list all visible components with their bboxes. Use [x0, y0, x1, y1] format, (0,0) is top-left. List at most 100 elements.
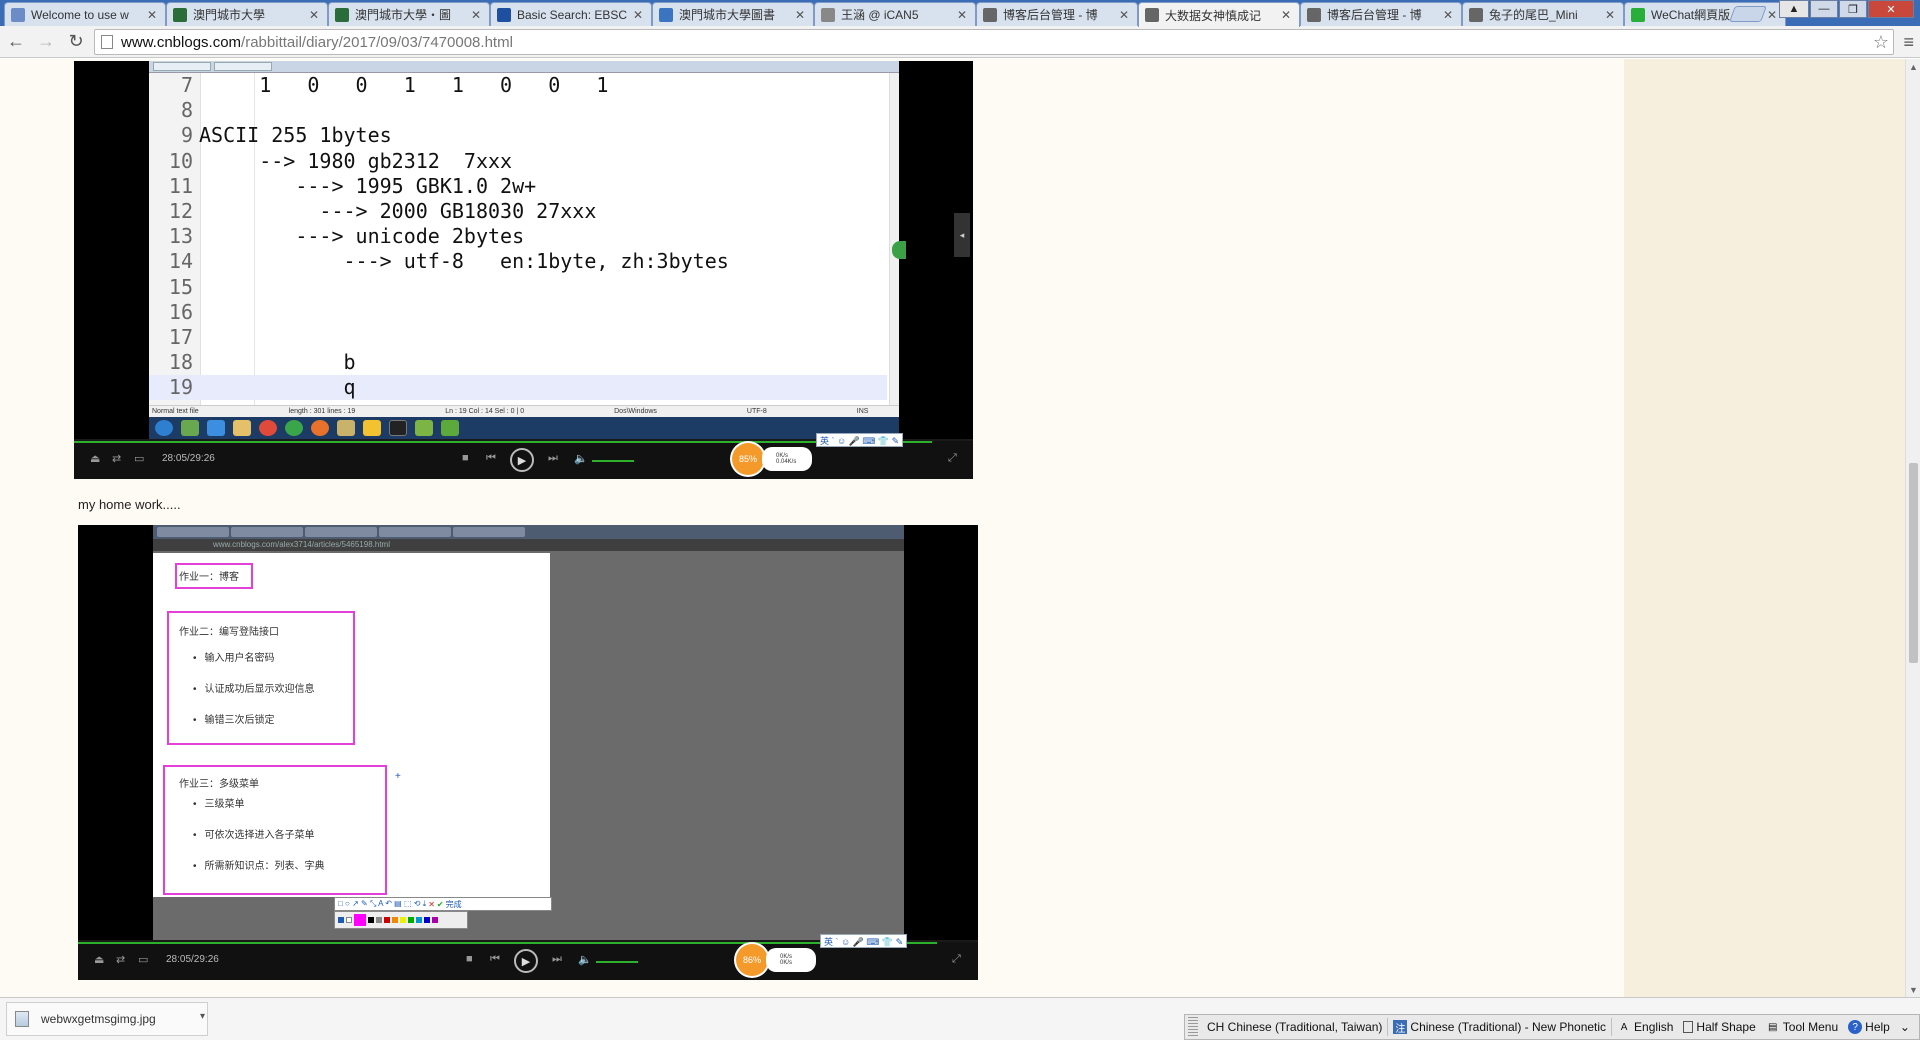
close-tab-icon[interactable]: ✕ — [147, 8, 159, 22]
cityu-logo-icon — [173, 7, 187, 22]
browser-tab[interactable]: 澳門城市大學 ✕ — [166, 2, 328, 26]
playback-progress[interactable] — [78, 942, 937, 944]
minimize-button[interactable]: — — [1810, 0, 1838, 18]
code-line: 16 — [149, 300, 887, 325]
browser-tab[interactable]: 兔子的尾巴_Mini ✕ — [1462, 2, 1624, 26]
page-scrollbar[interactable]: ▲ ▼ — [1905, 59, 1920, 997]
cnblogs-logo-icon — [1469, 7, 1483, 22]
drag-handle[interactable] — [1188, 1017, 1198, 1037]
eject-icon[interactable]: ⏏ — [94, 953, 104, 966]
chevron-down-icon[interactable]: ▾ — [200, 1011, 205, 1022]
recorded-browser-tabs — [153, 525, 904, 539]
new-tab-button[interactable] — [1729, 6, 1767, 22]
close-tab-icon[interactable]: ✕ — [1119, 8, 1131, 22]
side-handle-icon[interactable] — [892, 241, 906, 259]
stop-icon[interactable]: ■ — [466, 953, 473, 965]
browser-tab[interactable]: 博客后台管理 - 博 ✕ — [976, 2, 1138, 26]
play-button[interactable]: ▶ — [514, 949, 538, 973]
done-icon[interactable]: ✔ — [437, 900, 444, 909]
code-line: 19 q — [149, 375, 887, 401]
close-tab-icon[interactable]: ✕ — [1443, 8, 1455, 22]
scroll-down-icon[interactable]: ▼ — [1906, 982, 1920, 997]
color-palette[interactable] — [334, 911, 468, 929]
browser-tab[interactable]: Welcome to use w ✕ — [4, 2, 166, 26]
cancel-icon[interactable]: ✕ — [428, 900, 435, 909]
previous-icon[interactable]: ⏮ — [486, 452, 496, 465]
net-meter: 0K/s 0K/s — [766, 948, 816, 972]
ie-icon — [207, 420, 225, 436]
video-player-1[interactable]: 7 1 0 0 1 1 0 0 1 8 9 ASCII 255 1bytes 10 --… — [74, 61, 973, 479]
ime-toolbar[interactable]: 英 ˋ ☺ 🎤 ⌨ 👕 ✎ — [820, 934, 908, 948]
stop-icon[interactable]: ■ — [462, 452, 469, 464]
close-tab-icon[interactable]: ✕ — [957, 8, 969, 22]
eject-icon[interactable]: ⏏ — [90, 452, 100, 465]
status-eol: Dos\Windows — [614, 408, 657, 415]
screen-icon[interactable]: ▭ — [138, 953, 148, 966]
screen-icon[interactable]: ▭ — [134, 452, 144, 465]
browser-tab[interactable]: 澳門城市大學・圖 ✕ — [328, 2, 490, 26]
volume-icon[interactable]: 🔈 — [574, 452, 588, 465]
line-number: 9 — [180, 123, 193, 148]
address-bar[interactable]: www.cnblogs.com/rabbittail/diary/2017/09… — [94, 29, 1894, 55]
bookmark-star-icon[interactable]: ☆ — [1873, 32, 1889, 53]
input-language[interactable]: CH Chinese (Traditional, Taiwan) — [1202, 1016, 1387, 1038]
tool-menu-button[interactable]: ▤ Tool Menu — [1761, 1016, 1843, 1038]
done-label[interactable]: 完成 — [446, 899, 462, 910]
close-tab-icon[interactable]: ✕ — [309, 8, 321, 22]
user-icon[interactable]: ▲ — [1779, 0, 1809, 18]
next-icon[interactable]: ⏭ — [552, 953, 562, 966]
browser-tab[interactable]: Basic Search: EBSC ✕ — [490, 2, 652, 26]
browser-tab[interactable]: 澳門城市大學圖書 ✕ — [652, 2, 814, 26]
browser-tab[interactable]: 王涵 @ iCAN5 ✕ — [814, 2, 976, 26]
close-tab-icon[interactable]: ✕ — [1281, 8, 1293, 22]
line-number: 10 — [168, 148, 193, 173]
playback-progress[interactable] — [74, 441, 932, 443]
close-window-button[interactable]: ✕ — [1868, 0, 1914, 18]
code-text: ASCII 255 1bytes — [199, 123, 392, 148]
image-file-icon — [15, 1011, 29, 1027]
ime-selector[interactable]: 注 Chinese (Traditional) - New Phonetic — [1388, 1016, 1611, 1038]
volume-icon[interactable]: 🔈 — [578, 953, 592, 966]
loop-icon[interactable]: ⇄ — [116, 953, 125, 966]
maximize-button[interactable]: ❐ — [1839, 0, 1867, 18]
cnblogs-logo-icon — [1307, 7, 1321, 22]
right-sidebar-background — [1624, 59, 1905, 997]
next-icon[interactable]: ⏭ — [548, 452, 558, 465]
shape-button[interactable]: Half Shape — [1678, 1016, 1760, 1038]
reload-button[interactable]: ↻ — [62, 28, 90, 56]
language-bar: CH Chinese (Traditional, Taiwan) 注 Chines… — [1184, 1014, 1920, 1040]
close-tab-icon[interactable]: ✕ — [471, 8, 483, 22]
previous-icon[interactable]: ⏮ — [490, 953, 500, 966]
notepad-plus-icon — [441, 420, 459, 436]
browser-tab[interactable]: 大数据女神慎成记 ✕ — [1138, 2, 1300, 27]
browser-tab[interactable]: 博客后台管理 - 博 ✕ — [1300, 2, 1462, 26]
video-player-2[interactable]: www.cnblogs.com/alex3714/articles/546519… — [78, 525, 978, 980]
back-button[interactable]: ← — [2, 28, 30, 56]
fullscreen-icon[interactable]: ⤢ — [952, 953, 961, 966]
code-line: 11 ---> 1995 GBK1.0 2w+ — [149, 174, 887, 199]
menu-icon[interactable]: ≡ — [1903, 32, 1914, 53]
folder-icon — [233, 420, 251, 436]
annotation-toolbar[interactable]: □ ○ ↗ ✎ ⤡ A ↶ ▤ ⬚ ⟲ ⤓ ✕ ✔ 完成 — [334, 897, 552, 911]
scroll-thumb[interactable] — [1909, 463, 1918, 663]
close-tab-icon[interactable]: ✕ — [795, 8, 807, 22]
editor-scrollbar — [889, 73, 899, 405]
volume-slider[interactable] — [592, 460, 634, 462]
ime-label: Chinese (Traditional) - New Phonetic — [1410, 1020, 1607, 1034]
hw2-item: 认证成功后显示欢迎信息 — [193, 680, 315, 695]
play-button[interactable]: ▶ — [510, 448, 534, 472]
ime-toolbar[interactable]: 英 ˋ ☺ 🎤 ⌨ 👕 ✎ — [816, 433, 904, 447]
input-mode-button[interactable]: A English — [1612, 1016, 1678, 1038]
forward-button[interactable]: → — [32, 28, 60, 56]
help-button[interactable]: ? Help — [1843, 1016, 1895, 1038]
loop-icon[interactable]: ⇄ — [112, 452, 121, 465]
close-tab-icon[interactable]: ✕ — [1605, 8, 1617, 22]
download-item[interactable]: webwxgetmsgimg.jpg ▾ — [6, 1002, 208, 1036]
volume-slider[interactable] — [596, 961, 638, 963]
playlist-toggle-icon[interactable]: ◂ — [954, 213, 970, 257]
close-tab-icon[interactable]: ✕ — [633, 8, 645, 22]
langbar-options-icon[interactable]: ⌄ — [1895, 1016, 1915, 1038]
tool-menu-icon: ▤ — [1768, 1021, 1778, 1033]
scroll-up-icon[interactable]: ▲ — [1906, 59, 1920, 74]
fullscreen-icon[interactable]: ⤢ — [948, 452, 957, 465]
